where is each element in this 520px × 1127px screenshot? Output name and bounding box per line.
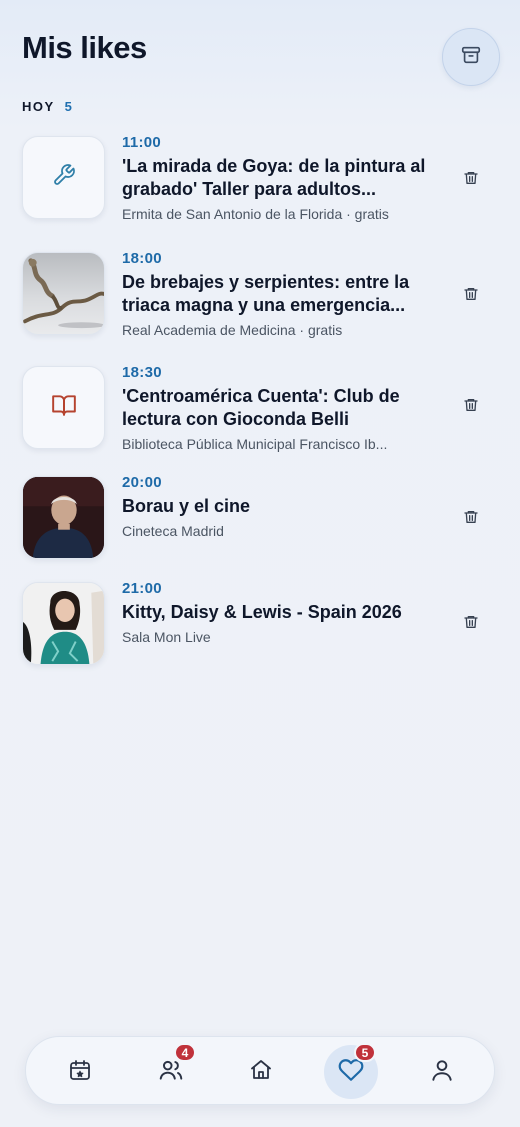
event-venue: Cineteca Madrid: [122, 523, 224, 539]
header: Mis likes: [22, 28, 500, 88]
event-title: Borau y el cine: [122, 496, 251, 516]
bottom-nav: 4 5: [25, 1036, 495, 1105]
nav-likes[interactable]: 5: [324, 1043, 378, 1099]
singer-image: [23, 583, 104, 664]
trash-icon: [463, 614, 479, 635]
event-thumbnail: [22, 582, 105, 665]
page-title: Mis likes: [22, 30, 147, 65]
list-item[interactable]: 11:00 'La mirada de Goya: de la pintura …: [22, 134, 492, 223]
event-time: 18:00: [122, 250, 162, 267]
serpent-sculpture-image: [23, 258, 104, 329]
list-item[interactable]: 20:00 Borau y el cine Cineteca Madrid: [22, 474, 492, 560]
user-icon: [429, 1057, 455, 1088]
nav-friends[interactable]: 4: [144, 1043, 198, 1099]
section-label: HOY: [22, 99, 55, 114]
delete-button[interactable]: [460, 508, 482, 530]
delete-button[interactable]: [460, 613, 482, 635]
book-icon: [51, 392, 77, 423]
event-title: De brebajes y serpientes: entre la triac…: [122, 272, 410, 315]
event-venue: Ermita de San Antonio de la Florida · gr…: [122, 206, 389, 222]
event-info: 21:00 Kitty, Daisy & Lewis - Spain 2026 …: [122, 580, 432, 646]
event-title: 'La mirada de Goya: de la pintura al gra…: [122, 156, 426, 199]
list-item[interactable]: 21:00 Kitty, Daisy & Lewis - Spain 2026 …: [22, 580, 492, 666]
wrench-icon: [52, 163, 76, 192]
event-venue: Sala Mon Live: [122, 629, 211, 645]
archive-icon: [460, 44, 482, 71]
archive-button[interactable]: [442, 28, 500, 86]
event-time: 18:30: [122, 364, 162, 381]
event-info: 18:00 De brebajes y serpientes: entre la…: [122, 250, 432, 339]
event-time: 20:00: [122, 474, 162, 491]
trash-icon: [463, 286, 479, 307]
section-count: 5: [64, 99, 72, 114]
event-info: 20:00 Borau y el cine Cineteca Madrid: [122, 474, 432, 540]
event-info: 18:30 'Centroamérica Cuenta': Club de le…: [122, 364, 432, 453]
calendar-icon: [68, 1058, 92, 1087]
event-info: 11:00 'La mirada de Goya: de la pintura …: [122, 134, 432, 223]
event-thumbnail: [22, 252, 105, 335]
event-title: Kitty, Daisy & Lewis - Spain 2026: [122, 602, 402, 622]
page: Mis likes HOY 5 11:00 'La mirada de Goya…: [0, 0, 520, 1127]
trash-icon: [463, 397, 479, 418]
nav-calendar[interactable]: [53, 1045, 107, 1099]
event-venue: Real Academia de Medicina · gratis: [122, 322, 343, 338]
delete-button[interactable]: [460, 396, 482, 418]
delete-button[interactable]: [460, 285, 482, 307]
event-time: 11:00: [122, 134, 162, 151]
trash-icon: [463, 170, 479, 191]
likes-badge: 5: [354, 1043, 376, 1062]
event-thumbnail: [22, 366, 105, 449]
elderly-man-image: [23, 477, 104, 558]
event-thumbnail: [22, 476, 105, 559]
event-venue: Biblioteca Pública Municipal Francisco I…: [122, 436, 388, 452]
list-item[interactable]: 18:30 'Centroamérica Cuenta': Club de le…: [22, 364, 492, 453]
trash-icon: [463, 509, 479, 530]
friends-badge: 4: [174, 1043, 196, 1062]
home-icon: [249, 1058, 273, 1087]
list-item[interactable]: 18:00 De brebajes y serpientes: entre la…: [22, 250, 492, 339]
section-header-today: HOY 5: [22, 99, 72, 114]
event-title: 'Centroamérica Cuenta': Club de lectura …: [122, 386, 400, 429]
event-time: 21:00: [122, 580, 162, 597]
event-thumbnail: [22, 136, 105, 219]
delete-button[interactable]: [460, 169, 482, 191]
nav-profile[interactable]: [415, 1045, 469, 1099]
nav-home[interactable]: [234, 1045, 288, 1099]
